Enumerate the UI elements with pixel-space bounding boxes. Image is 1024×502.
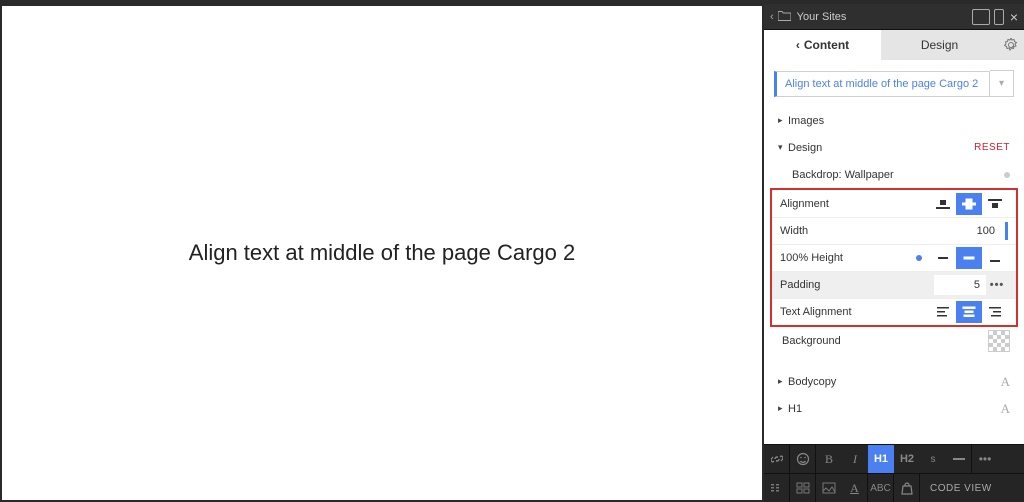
padding-input[interactable]	[934, 275, 986, 295]
abc-icon[interactable]: ABC	[868, 474, 894, 502]
background-row[interactable]: Background	[764, 327, 1024, 354]
width-slider-indicator[interactable]	[1005, 222, 1008, 240]
h2-button[interactable]: H2	[894, 445, 920, 473]
breadcrumb-title[interactable]: Your Sites	[797, 11, 968, 23]
disclosure-triangle-open-icon: ▾	[778, 142, 788, 153]
padding-row: Padding •••	[772, 271, 1016, 298]
settings-icon[interactable]	[998, 30, 1024, 60]
text-align-left-button[interactable]	[930, 301, 956, 323]
link-icon[interactable]	[764, 445, 790, 473]
chevron-left-icon: ‹	[796, 38, 800, 52]
bold-button[interactable]: B	[816, 445, 842, 473]
align-top-button[interactable]	[930, 193, 956, 215]
status-dot-active-icon	[916, 255, 922, 261]
padding-label: Padding	[780, 279, 934, 291]
more-icon[interactable]: •••	[986, 279, 1008, 291]
background-label: Background	[782, 335, 988, 347]
close-icon[interactable]: ×	[1010, 9, 1018, 25]
backdrop-row[interactable]: Backdrop: Wallpaper	[764, 161, 1024, 188]
height-label: 100% Height	[780, 252, 916, 264]
tab-design-label: Design	[921, 38, 958, 52]
mobile-icon[interactable]	[994, 9, 1004, 25]
folder-icon	[778, 9, 791, 24]
italic-button[interactable]: I	[842, 445, 868, 473]
page-selector[interactable]: Align text at middle of the page Cargo 2…	[774, 70, 1014, 97]
height-off-button[interactable]	[930, 247, 956, 269]
section-h1[interactable]: ▸ H1 A	[764, 395, 1024, 422]
backdrop-label: Backdrop: Wallpaper	[792, 169, 1004, 181]
h1-button[interactable]: H1	[868, 445, 894, 473]
font-color-icon[interactable]: A	[842, 474, 868, 502]
typography-glyph-icon: A	[1001, 374, 1010, 390]
text-alignment-row: Text Alignment	[772, 298, 1016, 325]
columns-icon[interactable]	[764, 474, 790, 502]
disclosure-triangle-icon: ▸	[778, 376, 788, 387]
section-h1-label: H1	[788, 403, 1001, 415]
section-images[interactable]: ▸ Images	[764, 107, 1024, 134]
shopping-bag-icon[interactable]	[894, 474, 920, 502]
sidebar-topbar: ‹ Your Sites ×	[764, 4, 1024, 30]
tab-content[interactable]: ‹ Content	[764, 30, 881, 60]
section-design[interactable]: ▾ Design RESET	[764, 134, 1024, 161]
sidebar: ‹ Your Sites × ‹ Content Design	[764, 4, 1024, 502]
disclosure-triangle-icon: ▸	[778, 403, 788, 414]
section-design-label: Design	[788, 142, 974, 154]
sidebar-tabs: ‹ Content Design	[764, 30, 1024, 60]
back-chevron-icon[interactable]: ‹	[770, 11, 774, 23]
text-align-center-button[interactable]	[956, 301, 982, 323]
transparency-swatch-icon[interactable]	[988, 330, 1010, 352]
page-selector-label: Align text at middle of the page Cargo 2	[774, 71, 990, 97]
sidebar-body: Align text at middle of the page Cargo 2…	[764, 60, 1024, 444]
align-middle-button[interactable]	[956, 193, 982, 215]
alignment-label: Alignment	[780, 198, 930, 210]
height-on-button[interactable]	[956, 247, 982, 269]
emoji-icon[interactable]	[790, 445, 816, 473]
canvas[interactable]: Align text at middle of the page Cargo 2	[2, 6, 762, 500]
chevron-down-icon[interactable]: ▾	[990, 70, 1014, 97]
section-bodycopy-label: Bodycopy	[788, 376, 1001, 388]
status-dot-icon	[1004, 172, 1010, 178]
text-align-right-button[interactable]	[982, 301, 1008, 323]
desktop-icon[interactable]	[972, 9, 990, 25]
disclosure-triangle-icon: ▸	[778, 115, 788, 126]
typography-glyph-icon: A	[1001, 401, 1010, 417]
text-alignment-label: Text Alignment	[780, 306, 930, 318]
section-bodycopy[interactable]: ▸ Bodycopy A	[764, 368, 1024, 395]
highlighted-controls: Alignment Width	[770, 188, 1018, 327]
canvas-text: Align text at middle of the page Cargo 2	[189, 240, 575, 266]
bottom-toolbar: B I H1 H2 s ••• A	[764, 444, 1024, 502]
width-row: Width	[772, 217, 1016, 244]
reset-button[interactable]: RESET	[974, 142, 1010, 153]
tab-design[interactable]: Design	[881, 30, 998, 60]
align-bottom-button[interactable]	[982, 193, 1008, 215]
width-input[interactable]	[949, 225, 1001, 237]
tab-content-label: Content	[804, 38, 849, 52]
rule-icon[interactable]	[946, 445, 972, 473]
small-button[interactable]: s	[920, 445, 946, 473]
grid-icon[interactable]	[790, 474, 816, 502]
image-icon[interactable]	[816, 474, 842, 502]
section-images-label: Images	[788, 115, 1010, 127]
height-alt-button[interactable]	[982, 247, 1008, 269]
height-row: 100% Height	[772, 244, 1016, 271]
code-view-button[interactable]: CODE VIEW	[920, 474, 1002, 502]
width-label: Width	[780, 225, 949, 237]
alignment-row: Alignment	[772, 190, 1016, 217]
more-icon[interactable]: •••	[972, 445, 998, 473]
